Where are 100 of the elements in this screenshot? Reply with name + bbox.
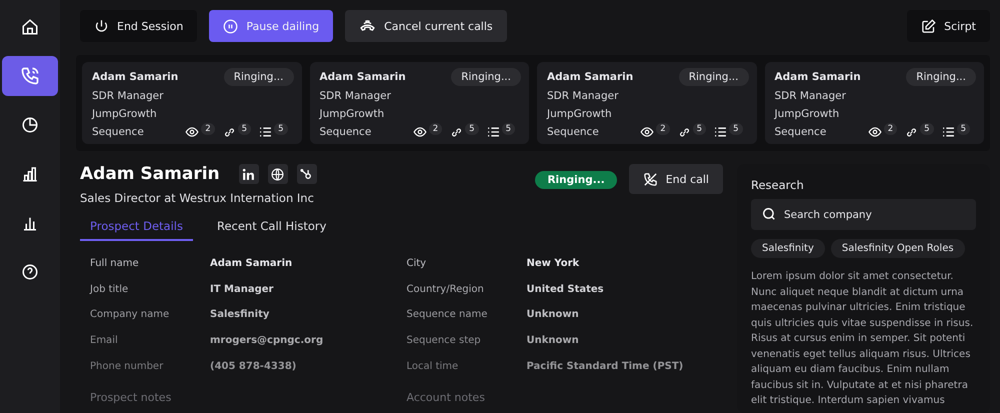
end-call-button[interactable]: End call (628, 164, 723, 194)
contact-company: JumpGrowth (320, 107, 384, 122)
script-button[interactable]: Scirpt (907, 10, 990, 42)
globe-icon (271, 168, 284, 180)
status-pill: Ringing... (678, 68, 748, 86)
field-value: United States (526, 284, 604, 295)
research-title: Research (751, 178, 805, 192)
field-value: New York (526, 258, 580, 270)
field-label: Country/Region (406, 284, 485, 295)
help-icon (21, 263, 39, 281)
crm-button[interactable] (296, 164, 317, 184)
sequence-label: Sequence (92, 125, 144, 140)
contact-name: Adam Samarin (774, 71, 861, 83)
field-value: Adam Samarin (210, 258, 292, 270)
tab[interactable]: Prospect Details (80, 216, 193, 241)
status-pill: Ringing... (906, 68, 976, 86)
field-value: mrogers@cpngc.org (210, 335, 324, 346)
chip[interactable]: Salesfinity (751, 239, 825, 258)
field-value: Salesfinity (210, 309, 270, 320)
list-icon (942, 126, 955, 138)
field-label: Full name (90, 258, 140, 270)
bar-chart-icon (21, 165, 39, 183)
phone-off-icon (359, 18, 376, 34)
link-icon (450, 126, 464, 138)
count-badge: 5 (238, 123, 252, 135)
contact-company: JumpGrowth (547, 107, 612, 122)
count-badge: 5 (502, 123, 515, 135)
sequence-label: Sequence (547, 125, 599, 140)
search-field[interactable]: Search company (751, 199, 976, 230)
toolbar-button[interactable]: End Session (80, 10, 198, 42)
link-icon (678, 126, 691, 138)
edit-icon (921, 18, 936, 34)
eye-icon (185, 126, 200, 138)
call-card[interactable]: Adam Samarin Ringing... SDR Manager JumpGrowth Sequence 2 5 5 (82, 62, 302, 144)
list-icon (259, 126, 272, 138)
field-value: IT Manager (210, 284, 274, 295)
count-badge: 2 (884, 123, 898, 135)
contact-role: SDR Manager (547, 89, 618, 104)
sequence-label: Sequence (320, 125, 372, 140)
field-label: City (406, 258, 428, 270)
field-label: Sequence name (406, 309, 488, 320)
power-icon (94, 18, 109, 34)
status-pill: Ringing... (451, 68, 521, 86)
toolbar-button[interactable]: Pause dailing (209, 10, 334, 42)
list-icon (714, 126, 728, 138)
hub-icon (300, 168, 314, 180)
linkedin-icon (242, 168, 256, 180)
notes-heading: Prospect notes (90, 390, 172, 404)
prospect-name: Adam Samarin (80, 164, 220, 184)
count-badge: 2 (656, 123, 670, 135)
count-badge: 5 (692, 123, 706, 135)
call-card[interactable]: Adam Samarin Ringing... SDR Manager JumpGrowth Sequence 2 5 5 (764, 62, 984, 144)
status-pill: Ringing... (535, 171, 617, 189)
eye-icon (640, 126, 654, 138)
field-value: Unknown (526, 335, 579, 346)
count-badge: 5 (920, 123, 934, 135)
toolbar-button[interactable]: Cancel current calls (345, 10, 507, 42)
contact-role: SDR Manager (92, 89, 164, 104)
chip[interactable]: Salesfinity Open Roles (830, 239, 965, 258)
field-label: Local time (406, 360, 460, 372)
pie-chart-icon (21, 116, 39, 134)
website-button[interactable] (268, 164, 288, 184)
eye-icon (412, 126, 427, 138)
count-badge: 2 (428, 123, 442, 135)
count-badge: 5 (729, 123, 742, 135)
field-label: Job title (90, 284, 130, 295)
phone-icon (20, 66, 40, 86)
field-label: Company name (90, 309, 170, 320)
count-badge: 5 (465, 123, 479, 135)
home-icon (21, 18, 39, 36)
phone-off-icon (642, 172, 658, 186)
field-label: Sequence step (406, 335, 482, 346)
field-label: Phone number (90, 360, 164, 372)
field-label: Email (90, 335, 119, 346)
linkedin-button[interactable] (238, 164, 259, 184)
field-value: (405 878-4338) (210, 360, 296, 372)
status-pill: Ringing... (224, 68, 294, 86)
contact-company: JumpGrowth (774, 107, 840, 122)
contact-role: SDR Manager (320, 89, 391, 104)
sequence-label: Sequence (774, 125, 826, 140)
contact-role: SDR Manager (774, 89, 846, 104)
call-card[interactable]: Adam Samarin Ringing... SDR Manager JumpGrowth Sequence 2 5 5 (310, 62, 529, 144)
field-value: Pacific Standard Time (PST) (526, 360, 684, 372)
contact-name: Adam Samarin (547, 71, 634, 83)
count-badge: 5 (956, 123, 970, 135)
count-badge: 2 (201, 123, 215, 135)
contact-name: Adam Samarin (92, 71, 178, 83)
list-icon (486, 126, 500, 138)
tab[interactable]: Recent Call History (206, 216, 336, 241)
field-value: Unknown (526, 309, 579, 320)
link-icon (905, 126, 918, 138)
call-card[interactable]: Adam Samarin Ringing... SDR Manager JumpGrowth Sequence 2 5 5 (537, 62, 756, 144)
contact-name: Adam Samarin (320, 71, 406, 83)
research-text: Lorem ipsum dolor sit amet consectetur. Nunc aliquet neque blandit at dictum urna maecenas pulvinar ultricies. Enim tristique quis ultricies quis vitae suspendisse in risus. Risus at cursus enim in semper. Sit potenti venenatis eget tellus aliquam risus. Ultrices aliquam eu diam faucibus. Enim nullam faucibus sit in. Vulputate at et nisi pharetra elit tristique. Interdum sapien vivamus (751, 270, 974, 408)
contact-company: JumpGrowth (92, 107, 157, 122)
count-badge: 5 (274, 123, 288, 135)
notes-heading: Account notes (406, 390, 486, 404)
link-icon (222, 126, 236, 138)
pause-icon (223, 18, 238, 34)
prospect-headline: Sales Director at Westrux Internation Inc (80, 191, 315, 205)
